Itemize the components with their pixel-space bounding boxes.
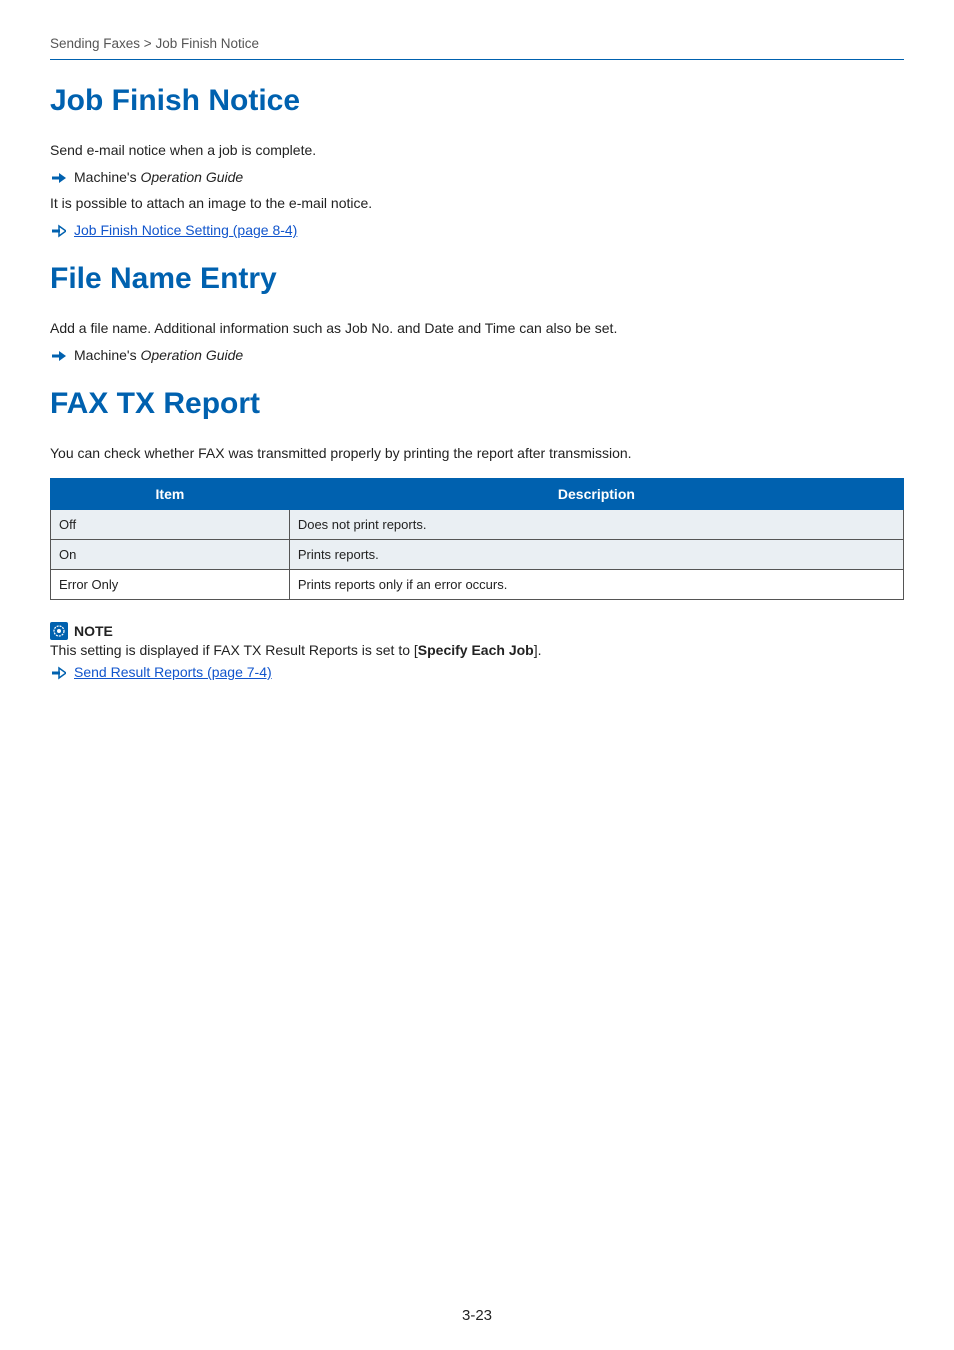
- note-label: NOTE: [74, 623, 113, 639]
- table-cell-item: Error Only: [51, 570, 290, 600]
- table-header-description: Description: [289, 479, 903, 510]
- arrow-right-outline-icon: [52, 666, 66, 680]
- note-block: NOTE This setting is displayed if FAX TX…: [50, 622, 904, 680]
- heading-job-finish-notice: Job Finish Notice: [50, 84, 904, 118]
- fax-tx-table: Item Description Off Does not print repo…: [50, 478, 904, 600]
- table-cell-desc: Does not print reports.: [289, 510, 903, 540]
- breadcrumb: Sending Faxes > Job Finish Notice: [50, 36, 904, 51]
- file-name-ref-line: Machine's Operation Guide: [50, 347, 904, 363]
- note-icon: [50, 622, 68, 640]
- job-finish-intro: Send e-mail notice when a job is complet…: [50, 140, 904, 161]
- job-finish-ref-text: Machine's Operation Guide: [74, 169, 243, 185]
- note-link-line: Send Result Reports (page 7-4): [50, 664, 904, 680]
- page-number: 3-23: [0, 1307, 954, 1324]
- ref-italic: Operation Guide: [140, 169, 243, 185]
- note-text: This setting is displayed if FAX TX Resu…: [50, 642, 904, 658]
- table-cell-desc: Prints reports.: [289, 540, 903, 570]
- table-cell-item: On: [51, 540, 290, 570]
- fax-tx-intro: You can check whether FAX was transmitte…: [50, 443, 904, 464]
- table-cell-desc: Prints reports only if an error occurs.: [289, 570, 903, 600]
- table-cell-item: Off: [51, 510, 290, 540]
- arrow-right-outline-icon: [52, 224, 66, 238]
- table-row: Off Does not print reports.: [51, 510, 904, 540]
- ref-prefix: Machine's: [74, 169, 140, 185]
- table-row: Error Only Prints reports only if an err…: [51, 570, 904, 600]
- file-name-intro: Add a file name. Additional information …: [50, 318, 904, 339]
- note-text-pre: This setting is displayed if FAX TX Resu…: [50, 642, 418, 658]
- ref-italic: Operation Guide: [140, 347, 243, 363]
- arrow-right-icon: [52, 171, 66, 185]
- header-divider: [50, 59, 904, 60]
- send-result-reports-link[interactable]: Send Result Reports (page 7-4): [74, 664, 272, 680]
- job-finish-body2: It is possible to attach an image to the…: [50, 193, 904, 214]
- arrow-right-icon: [52, 349, 66, 363]
- note-text-bold: Specify Each Job: [418, 642, 534, 658]
- note-text-post: ].: [534, 642, 542, 658]
- job-finish-notice-setting-link[interactable]: Job Finish Notice Setting (page 8-4): [74, 222, 297, 238]
- table-header-row: Item Description: [51, 479, 904, 510]
- note-header: NOTE: [50, 622, 904, 640]
- heading-fax-tx-report: FAX TX Report: [50, 387, 904, 421]
- file-name-ref-text: Machine's Operation Guide: [74, 347, 243, 363]
- ref-prefix: Machine's: [74, 347, 140, 363]
- table-header-item: Item: [51, 479, 290, 510]
- table-row: On Prints reports.: [51, 540, 904, 570]
- job-finish-ref-line: Machine's Operation Guide: [50, 169, 904, 185]
- job-finish-link-line: Job Finish Notice Setting (page 8-4): [50, 222, 904, 238]
- heading-file-name-entry: File Name Entry: [50, 262, 904, 296]
